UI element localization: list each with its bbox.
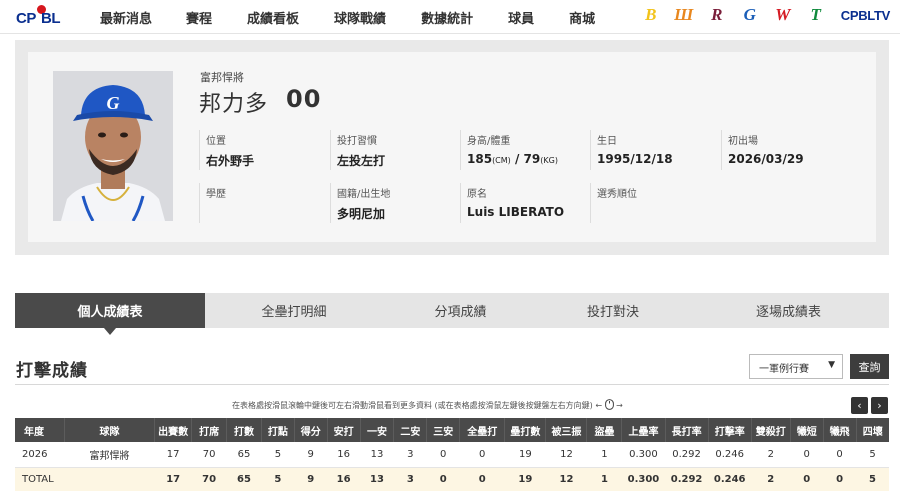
col-1b: 一安 [359, 418, 394, 442]
field-debut: 初出場 2026/03/29 [721, 130, 804, 170]
brothers-logo-icon[interactable]: B [640, 4, 662, 26]
field-throw-bat: 投打習慣 左投左打 [330, 130, 385, 170]
col-team: 球隊 [63, 418, 155, 442]
col-sf: 犧飛 [822, 418, 856, 442]
col-tb: 壘打數 [504, 418, 546, 442]
tsg-logo-icon[interactable]: T [805, 4, 827, 26]
arrow-right-icon: → [616, 401, 623, 410]
col-pa: 打席 [191, 418, 227, 442]
main-nav: 最新消息 賽程 成績看板 球隊戰績 數據統計 球員 商城 [100, 8, 630, 27]
col-2b: 二安 [393, 418, 427, 442]
col-ab: 打數 [226, 418, 262, 442]
col-sac: 犧短 [789, 418, 824, 442]
tab-homerun-detail[interactable]: 全壘打明細 [205, 293, 383, 328]
query-button[interactable]: 查詢 [850, 354, 889, 379]
mouse-icon [604, 399, 614, 410]
col-runs: 得分 [293, 418, 328, 442]
scroll-right-button[interactable]: › [871, 397, 888, 414]
col-gidp: 雙殺打 [750, 418, 791, 442]
col-slg: 長打率 [664, 418, 709, 442]
col-hr: 全壘打 [459, 418, 505, 442]
player-photo: G [53, 71, 173, 221]
nav-players[interactable]: 球員 [508, 8, 534, 27]
wei-chuan-logo-icon[interactable]: W [772, 4, 794, 26]
col-so: 被三振 [545, 418, 587, 442]
player-name: 邦力多 [199, 92, 269, 117]
field-draft: 選秀順位 [590, 183, 637, 223]
player-profile-card: G 富邦悍將 邦力多 00 位置 右外野手 投打習慣 左投左打 身高/體重 18… [28, 52, 876, 242]
tab-game-log[interactable]: 逐場成績表 [688, 293, 889, 328]
scroll-hint: 在表格處按滑鼠滾輪中鍵後可左右滑動滑鼠看到更多資料 (或在表格處按滑鼠左鍵後按鍵… [232, 399, 623, 410]
arrow-left-icon: ← [595, 401, 603, 410]
col-3b: 三安 [426, 418, 460, 442]
tab-matchups[interactable]: 投打對決 [538, 293, 688, 328]
col-bb: 四壞 [855, 418, 889, 442]
col-games: 出賽數 [154, 418, 192, 442]
cpbl-logo[interactable]: CP BL [16, 4, 66, 30]
field-nationality: 國籍/出生地 多明尼加 [330, 183, 390, 223]
nav-standings[interactable]: 球隊戰績 [334, 8, 386, 27]
stats-tabs: 個人成績表 全壘打明細 分項成績 投打對決 逐場成績表 [15, 293, 889, 335]
chevron-down-icon: ▼ [828, 360, 835, 370]
lions-logo-icon[interactable]: Ш [673, 4, 695, 26]
scroll-left-button[interactable]: ‹ [851, 397, 868, 414]
player-profile-section: G 富邦悍將 邦力多 00 位置 右外野手 投打習慣 左投左打 身高/體重 18… [15, 40, 889, 255]
svg-text:G: G [107, 93, 120, 113]
field-height-weight: 身高/體重 185(CM) / 79(KG) [460, 130, 558, 170]
nav-scoreboard[interactable]: 成績看板 [247, 8, 299, 27]
table-header-row: 年度 球隊 出賽數 打席 打數 打點 得分 安打 一安 二安 三安 全壘打 壘打… [15, 418, 889, 442]
section-divider [15, 384, 889, 385]
col-obp: 上壘率 [621, 418, 666, 442]
nav-news[interactable]: 最新消息 [100, 8, 152, 27]
col-sb: 盜壘 [586, 418, 622, 442]
col-year: 年度 [15, 418, 65, 442]
field-birthday: 生日 1995/12/18 [590, 130, 673, 170]
team-logos: B Ш R G W T CPBLTV [629, 4, 890, 26]
tab-split-stats[interactable]: 分項成績 [383, 293, 538, 328]
rakuten-logo-icon[interactable]: R [706, 4, 728, 26]
logo-text-bl: BL [41, 10, 61, 27]
field-original-name: 原名 Luis LIBERATO [460, 183, 564, 223]
top-navigation-bar: CP BL 最新消息 賽程 成績看板 球隊戰績 數據統計 球員 商城 B Ш R… [0, 0, 900, 34]
table-total-row: TOTAL 17 70 65 5 9 16 13 3 0 0 19 12 1 0… [15, 467, 889, 491]
player-team: 富邦悍將 [200, 71, 244, 84]
player-number: 00 [286, 85, 322, 113]
col-avg: 打擊率 [707, 418, 752, 442]
tab-personal-stats[interactable]: 個人成績表 [15, 293, 205, 335]
nav-stats[interactable]: 數據統計 [421, 8, 473, 27]
table-row: 2026 富邦悍將 17 70 65 5 9 16 13 3 0 0 19 12… [15, 442, 889, 468]
field-education: 學歷 [199, 183, 226, 223]
section-title: 打擊成績 [16, 361, 88, 381]
field-position: 位置 右外野手 [199, 130, 254, 170]
nav-shop[interactable]: 商城 [569, 8, 595, 27]
nav-schedule[interactable]: 賽程 [186, 8, 212, 27]
fubon-logo-icon[interactable]: G [739, 4, 761, 26]
col-hits: 安打 [326, 418, 361, 442]
logo-text-cp: CP [16, 10, 36, 27]
batting-stats-table: 年度 球隊 出賽數 打席 打數 打點 得分 安打 一安 二安 三安 全壘打 壘打… [15, 418, 889, 491]
col-rbi: 打點 [260, 418, 295, 442]
season-type-select[interactable]: 一軍例行賽 ▼ [749, 354, 843, 379]
cpbltv-link[interactable]: CPBLTV [841, 8, 891, 23]
